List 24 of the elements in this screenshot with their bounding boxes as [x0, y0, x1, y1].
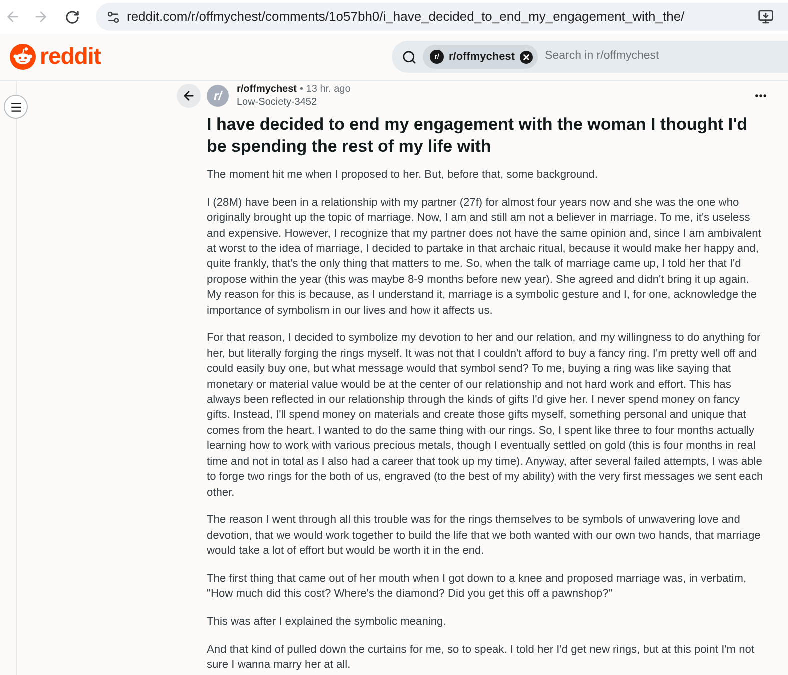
- search-icon: [402, 50, 417, 64]
- settings-icon: [106, 10, 120, 24]
- address-bar[interactable]: reddit.com/r/offmychest/comments/1o57bh0/i_have_decided_to_end_my_engagement_with_the/: [96, 3, 788, 31]
- post-paragraph: The moment hit me when I proposed to her. But, before that, some background.: [207, 168, 599, 183]
- post-paragraph: And that kind of pulled down the curtains for me, so to speak. I told her I'd get new rings, but at this point I'm not sure I wanna marry her at all.: [207, 642, 756, 674]
- post-paragraph: This was after I explained the symbolic meaning.: [207, 615, 448, 630]
- post-paragraph: The first thing that came out of her mouth when I got down to a knee and proposed marriage was, in verbatim, "How much did this cost? Where's the diamond? Did you get this off a pawnshop?": [207, 572, 748, 602]
- reload-icon: [64, 10, 80, 24]
- monitor-download-icon: [758, 9, 774, 25]
- url-text: reddit.com/r/offmychest/comments/1o57bh0/i_have_decided_to_end_my_engagement_with_the/: [127, 8, 685, 26]
- close-icon[interactable]: [520, 50, 534, 64]
- back-button[interactable]: [177, 84, 201, 108]
- menu-icon: [10, 100, 22, 114]
- post-paragraph: For that reason, I decided to symbolize my devotion to her and our relation, and my willingness to do anything for her, but literally forging the rings myself. It was not that I couldn't afford to buy a fancy ring. I'm pretty well off and could easily buy one, but what message would that symbol send? To me, buying a ring was like saying that monetary or material value would be at the center of our relationship and not hard work and effort. This has always been reflected in our relationship through the kinds of gifts I'd give her. I never spend money on fancy gifts. Instead, I'll spend money on materials and create those gifts myself, something personal and unique that comes from the heart. I wanted to do the same thing with our rings. So, I spent like three to four months actually learning how to work with various precious metals, though I eventually settled on gold (this is four months in real time and not in total as I also had a career that took up my time). Anyway, after several failed attempts, I was able to forge two rings for the both of us, engraved (to the best of my ability) with the very first messages we sent each other.: [207, 331, 764, 500]
- post-time: • 13 hr. ago: [300, 83, 351, 96]
- mascot-logo-icon: [10, 44, 36, 70]
- community-link[interactable]: r/offmychest: [237, 83, 298, 96]
- author-link[interactable]: Low-Society-3452: [237, 96, 351, 109]
- menu-button[interactable]: [4, 95, 28, 119]
- arrow-left-icon: [182, 89, 196, 103]
- arrow-right-icon: [33, 9, 49, 25]
- post-paragraph: The reason I went through all this trouble was for the rings themselves to be symbols of unwavering love and devotion, that we would work together to build the life that we both wanted with our own two hands, that marriage would take a lot of effort but would be worth it in the end.: [207, 513, 762, 560]
- post-paragraph: I (28M) have been in a relationship with my partner (27f) for almost four years now and she was the one who originally brought up the topic of marriage. Now, I am and still am not a believer in marriage. To me, it's useless and expensive. However, I recognize that my partner does not have the same opinion and, since I am ambivalent at worst to the idea of marriage, I decided to partake in that archaic ritual, because it would make her happy and, quite frankly, that's the only thing that matters to me. So, when the talk of marriage came up, I told her that I'd propose within the year (this was maybe 8-9 months before new year). She agreed and didn't bring it up again. My reason for this is because, as I understand it, marriage is a symbolic gesture and I, for one, acknowledge the importance of symbolism in our lives and how it affects us.: [207, 196, 762, 319]
- post-title: I have decided to end my engagement with the woman I thought I'd be spending the rest of my life with: [207, 114, 749, 157]
